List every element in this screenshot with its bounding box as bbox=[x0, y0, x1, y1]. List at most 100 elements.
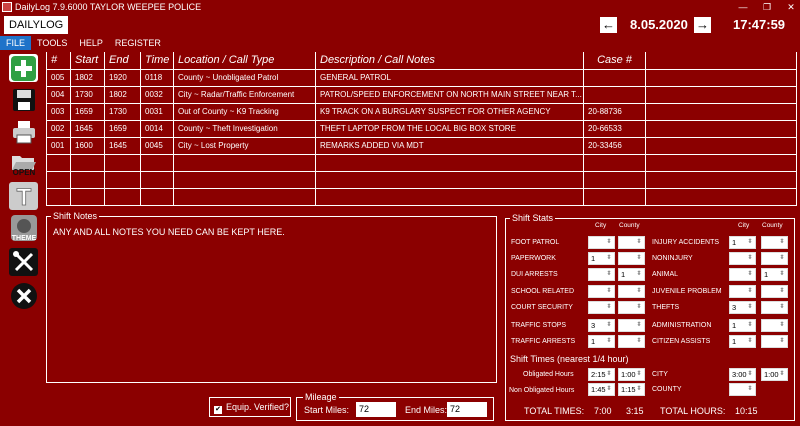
next-day-button[interactable]: → bbox=[694, 17, 711, 33]
non-obligated-county-select[interactable]: 1:15 ⇳ bbox=[618, 383, 645, 396]
stat-juvenile-problem-county-select[interactable]: ⇳ bbox=[761, 285, 788, 298]
minimize-icon[interactable]: — bbox=[738, 0, 748, 14]
stat-paperwork-county-select[interactable]: ⇳ bbox=[618, 252, 645, 265]
text-button[interactable]: T bbox=[9, 182, 38, 210]
stat-traffic-stops-county-select[interactable]: ⇳ bbox=[618, 319, 645, 332]
menu-help[interactable]: HELP bbox=[73, 36, 109, 50]
obligated-hours-label: Obligated Hours bbox=[523, 371, 574, 378]
stat-citizen-assists-county-select[interactable]: ⇳ bbox=[761, 335, 788, 348]
shift-notes-box[interactable]: Shift Notes ANY AND ALL NOTES YOU NEED C… bbox=[46, 211, 497, 383]
table-row[interactable]: 004 1730 1802 0032 City ~ Radar/Traffic Enfo… bbox=[46, 85, 797, 104]
shift-notes-text[interactable]: ANY AND ALL NOTES YOU NEED CAN BE KEPT H… bbox=[53, 227, 285, 237]
checkmark-icon[interactable]: ✔ bbox=[214, 406, 222, 414]
stat-court-security-county-select[interactable]: ⇳ bbox=[618, 301, 645, 314]
col-location[interactable]: Location / Call Type bbox=[173, 52, 316, 70]
stat-dui-arrests-city-select[interactable]: ⇳ bbox=[588, 268, 615, 281]
table-row[interactable] bbox=[46, 170, 797, 189]
chevron-down-icon: ⇳ bbox=[747, 371, 753, 377]
col-description[interactable]: Description / Call Notes bbox=[315, 52, 584, 70]
start-miles-input[interactable]: 72 bbox=[356, 402, 396, 417]
stat-thefts-city-select[interactable]: 3 ⇳ bbox=[729, 301, 756, 314]
cell-number: 003 bbox=[46, 102, 71, 121]
chevron-down-icon: ⇳ bbox=[779, 255, 785, 261]
stat-animal-city-select[interactable]: ⇳ bbox=[729, 268, 756, 281]
restore-icon[interactable]: ❐ bbox=[762, 0, 772, 14]
col-end[interactable]: End bbox=[104, 52, 141, 70]
total-times-county: 3:15 bbox=[626, 406, 644, 416]
cell-start: 1600 bbox=[70, 136, 105, 155]
stat-noninjury-city-select[interactable]: ⇳ bbox=[729, 252, 756, 265]
non-obligated-city-select[interactable]: 1:45 ⇳ bbox=[588, 383, 615, 396]
stat-injury-accidents-county-select[interactable]: ⇳ bbox=[761, 236, 788, 249]
open-button[interactable]: OPEN bbox=[9, 150, 38, 178]
city-hours-select-a[interactable]: 3:00 ⇳ bbox=[729, 368, 756, 381]
cell-location: Out of County ~ K9 Tracking bbox=[173, 102, 316, 121]
table-row[interactable]: 001 1600 1645 0045 City ~ Lost Property REMAR… bbox=[46, 136, 797, 155]
stat-school-related-county-select[interactable]: ⇳ bbox=[618, 285, 645, 298]
table-row[interactable]: 002 1645 1659 0014 County ~ Theft Investigat… bbox=[46, 119, 797, 138]
right-city-header: City bbox=[738, 222, 750, 229]
col-start[interactable]: Start bbox=[70, 52, 105, 70]
stat-court-security-city-select[interactable]: ⇳ bbox=[588, 301, 615, 314]
table-row[interactable] bbox=[46, 187, 797, 206]
obligated-county-select[interactable]: 1:00 ⇳ bbox=[618, 368, 645, 381]
stat-administration-county-select[interactable]: ⇳ bbox=[761, 319, 788, 332]
col-number[interactable]: # bbox=[46, 52, 71, 70]
cell-start bbox=[70, 153, 105, 172]
cell-case: 20-88736 bbox=[583, 102, 646, 121]
end-miles-input[interactable]: 72 bbox=[447, 402, 487, 417]
stat-paperwork-city-select[interactable]: 1 ⇳ bbox=[588, 252, 615, 265]
settings-tools-button[interactable] bbox=[9, 248, 38, 276]
county-hours-select[interactable]: ⇳ bbox=[729, 383, 756, 396]
cell-case bbox=[583, 170, 646, 189]
stat-administration-city-select[interactable]: 1 ⇳ bbox=[729, 319, 756, 332]
menu-tools[interactable]: TOOLS bbox=[31, 36, 73, 50]
stat-traffic-arrests-county-select[interactable]: ⇳ bbox=[618, 335, 645, 348]
stat-citizen-assists-city-select[interactable]: 1 ⇳ bbox=[729, 335, 756, 348]
chevron-down-icon: ⇳ bbox=[606, 271, 612, 277]
save-button[interactable] bbox=[9, 86, 38, 114]
plus-icon bbox=[11, 55, 36, 81]
stat-juvenile-problem-city-select[interactable]: ⇳ bbox=[729, 285, 756, 298]
stat-traffic-stops-city-select-value: 3 bbox=[591, 321, 596, 330]
county-hours-label: COUNTY bbox=[652, 386, 682, 393]
add-entry-button[interactable] bbox=[9, 54, 38, 82]
stat-injury-accidents-city-select[interactable]: 1 ⇳ bbox=[729, 236, 756, 249]
chevron-down-icon: ⇳ bbox=[779, 304, 785, 310]
exit-button[interactable] bbox=[9, 282, 38, 310]
call-log-table: # Start End Time Location / Call Type De… bbox=[46, 52, 797, 207]
stat-dui-arrests-county-select[interactable]: 1 ⇳ bbox=[618, 268, 645, 281]
menu-register[interactable]: REGISTER bbox=[109, 36, 167, 50]
previous-day-button[interactable]: ← bbox=[600, 17, 617, 33]
equipment-verified-checkbox[interactable]: ✔ Equip. Verified? bbox=[209, 397, 291, 417]
theme-button[interactable]: THEME bbox=[9, 214, 38, 242]
stat-animal-county-select[interactable]: 1 ⇳ bbox=[761, 268, 788, 281]
city-hours-select-b[interactable]: 1:00 ⇳ bbox=[761, 368, 788, 381]
shift-stats-box: Shift Stats City County City County FOOT… bbox=[505, 213, 795, 421]
chevron-down-icon: ⇳ bbox=[779, 338, 785, 344]
close-window-icon[interactable]: ✕ bbox=[786, 0, 796, 14]
menu-file[interactable]: FILE bbox=[0, 36, 32, 50]
stat-traffic-arrests-city-select[interactable]: 1 ⇳ bbox=[588, 335, 615, 348]
stat-label-noninjury: NONINJURY bbox=[652, 255, 693, 262]
cell-number bbox=[46, 187, 71, 206]
table-row[interactable]: 005 1802 1920 0118 County ~ Unobligated Patr… bbox=[46, 68, 797, 87]
print-button[interactable] bbox=[9, 118, 38, 146]
stat-noninjury-county-select[interactable]: ⇳ bbox=[761, 252, 788, 265]
stat-foot-patrol-city-select[interactable]: ⇳ bbox=[588, 236, 615, 249]
cell-extra bbox=[645, 68, 797, 87]
stat-thefts-county-select[interactable]: ⇳ bbox=[761, 301, 788, 314]
cell-case bbox=[583, 85, 646, 104]
col-time[interactable]: Time bbox=[140, 52, 174, 70]
col-case[interactable]: Case # bbox=[583, 52, 646, 70]
stat-foot-patrol-county-select[interactable]: ⇳ bbox=[618, 236, 645, 249]
cell-case: 20-66533 bbox=[583, 119, 646, 138]
stat-traffic-stops-city-select[interactable]: 3 ⇳ bbox=[588, 319, 615, 332]
table-row[interactable]: 003 1659 1730 0031 Out of County ~ K9 Tracki… bbox=[46, 102, 797, 121]
table-row[interactable] bbox=[46, 153, 797, 172]
stat-school-related-city-select[interactable]: ⇳ bbox=[588, 285, 615, 298]
stat-label-court-security: COURT SECURITY bbox=[511, 304, 573, 311]
chevron-down-icon: ⇳ bbox=[636, 371, 642, 377]
obligated-city-select[interactable]: 2:15 ⇳ bbox=[588, 368, 615, 381]
cell-end: 1920 bbox=[104, 68, 141, 87]
